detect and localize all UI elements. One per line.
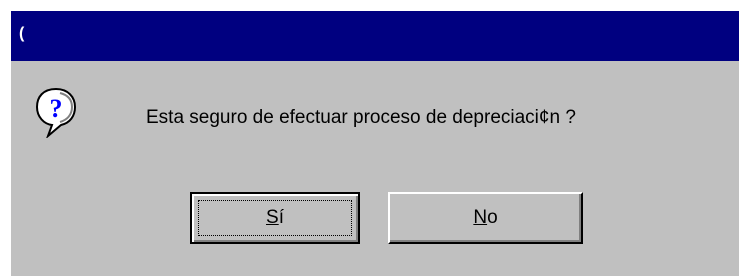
confirmation-message: Esta seguro de efectuar proceso de depre…: [146, 107, 576, 128]
no-button-label: No: [473, 207, 498, 228]
title-bar[interactable]: (: [11, 11, 739, 61]
focus-rectangle: [198, 200, 352, 236]
yes-button[interactable]: Sí: [190, 192, 360, 244]
question-icon: ?: [35, 87, 77, 138]
dialog-title: (: [19, 25, 25, 42]
dialog-window: ( ? Esta seguro de efectuar proceso de d…: [11, 11, 739, 276]
svg-text:?: ?: [50, 94, 63, 123]
no-button[interactable]: No: [388, 192, 583, 244]
